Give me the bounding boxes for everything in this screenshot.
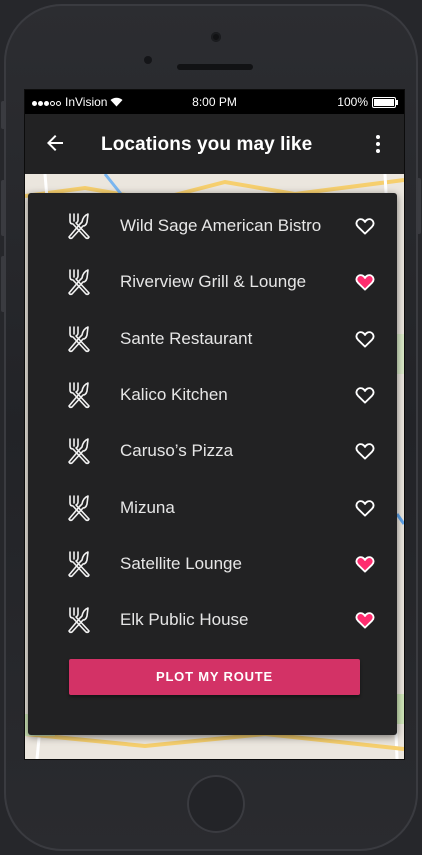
heart-outline-icon[interactable] xyxy=(355,442,375,460)
fork-knife-icon xyxy=(64,549,94,579)
volume-up-button xyxy=(1,180,6,236)
heart-outline-icon[interactable] xyxy=(355,217,375,235)
locations-card: Wild Sage American Bistro Riverview Grill… xyxy=(28,193,397,735)
list-item[interactable]: Kalico Kitchen xyxy=(28,367,397,423)
restaurant-name: Elk Public House xyxy=(120,610,249,630)
fork-knife-icon xyxy=(64,267,94,297)
list-item[interactable]: Caruso’s Pizza xyxy=(28,423,397,479)
fork-knife-icon xyxy=(64,605,94,635)
list-item[interactable]: Sante Restaurant xyxy=(28,311,397,367)
heart-outline-icon[interactable] xyxy=(355,330,375,348)
fork-knife-icon xyxy=(64,211,94,241)
more-vert-icon[interactable] xyxy=(366,132,390,156)
list-item[interactable]: Mizuna xyxy=(28,480,397,536)
heart-outline-icon[interactable] xyxy=(355,499,375,517)
restaurant-name: Wild Sage American Bistro xyxy=(120,216,322,235)
fork-knife-icon xyxy=(64,436,94,466)
fork-knife-icon xyxy=(64,493,94,523)
proximity-sensor xyxy=(144,56,152,64)
fork-knife-icon xyxy=(64,324,94,354)
page-title: Locations you may like xyxy=(101,134,313,155)
battery-percent: 100% xyxy=(337,95,368,109)
arrow-back-icon[interactable] xyxy=(43,131,67,155)
heart-filled-icon[interactable] xyxy=(355,555,375,573)
restaurant-name: Riverview Grill & Lounge xyxy=(120,272,307,292)
mute-switch xyxy=(1,101,6,129)
list-item[interactable]: Elk Public House xyxy=(28,592,397,648)
restaurant-name: Mizuna xyxy=(120,497,175,517)
heart-filled-icon[interactable] xyxy=(355,611,375,629)
app-bar: Locations you may like xyxy=(25,114,404,174)
fork-knife-icon xyxy=(64,380,94,410)
restaurant-name: Kalico Kitchen xyxy=(120,384,228,404)
volume-down-button xyxy=(1,256,6,312)
heart-filled-icon[interactable] xyxy=(355,273,375,291)
list-item[interactable]: Wild Sage American Bistro xyxy=(28,198,397,254)
front-camera xyxy=(211,32,221,42)
restaurant-name: Sante Restaurant xyxy=(120,328,253,348)
restaurant-name: Satellite Lounge xyxy=(120,553,242,573)
list-item[interactable]: Riverview Grill & Lounge xyxy=(28,254,397,310)
power-button xyxy=(416,178,421,234)
battery-group: 100% xyxy=(337,95,398,109)
restaurant-name: Caruso’s Pizza xyxy=(120,441,234,461)
earpiece-speaker xyxy=(177,64,253,70)
screen: InVision 8:00 PM 100% Locations you may … xyxy=(24,89,405,760)
status-bar: InVision 8:00 PM 100% xyxy=(25,90,404,114)
battery-icon xyxy=(372,96,398,108)
heart-outline-icon[interactable] xyxy=(355,386,375,404)
list-item[interactable]: Satellite Lounge xyxy=(28,536,397,592)
home-button[interactable] xyxy=(187,775,245,833)
plot-route-button[interactable]: PLOT MY ROUTE xyxy=(69,659,360,695)
